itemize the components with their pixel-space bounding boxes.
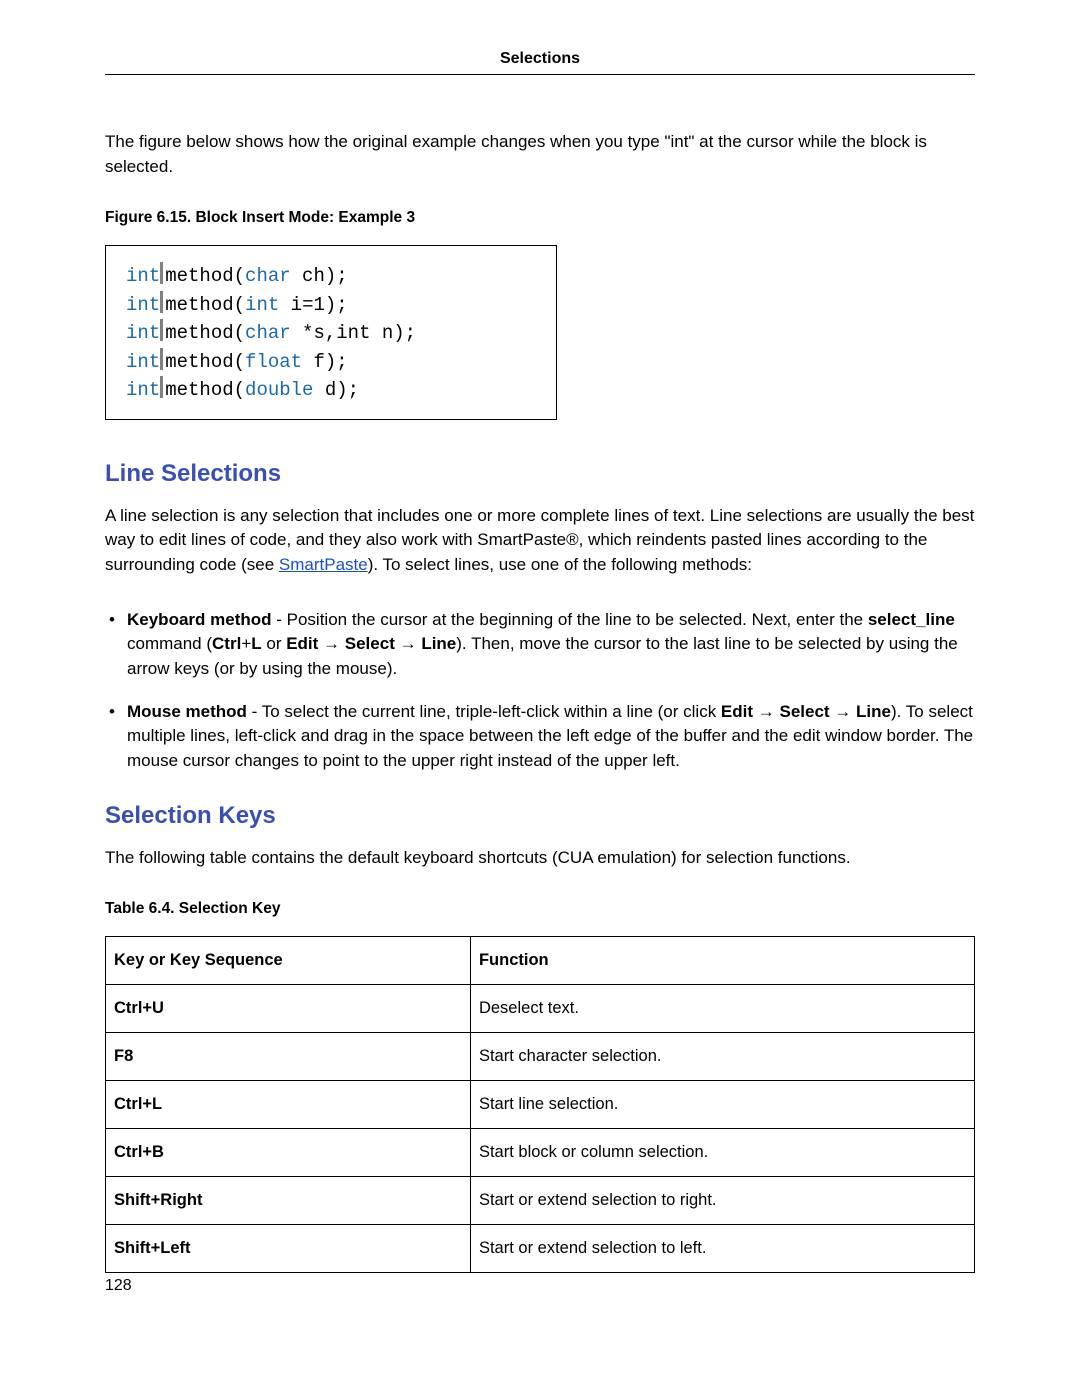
code-figure: intmethod(char ch);intmethod(int i=1);in…	[105, 245, 557, 420]
key-cell: Ctrl+B	[106, 1129, 471, 1177]
function-cell: Deselect text.	[470, 985, 974, 1033]
cursor-icon	[160, 291, 163, 313]
text: or	[262, 634, 287, 653]
method-name: Keyboard method	[127, 610, 272, 629]
cursor-icon	[160, 319, 163, 341]
function-cell: Start block or column selection.	[470, 1129, 974, 1177]
selection-keys-paragraph: The following table contains the default…	[105, 846, 975, 871]
key-cell: Shift+Right	[106, 1177, 471, 1225]
col-header-key: Key or Key Sequence	[106, 937, 471, 985]
table-row: Ctrl+LStart line selection.	[106, 1081, 975, 1129]
key-cell: F8	[106, 1033, 471, 1081]
table-caption: Table 6.4. Selection Key	[105, 900, 975, 918]
code-line: intmethod(char *s,int n);	[126, 319, 536, 348]
col-header-function: Function	[470, 937, 974, 985]
menu: Select	[779, 702, 829, 721]
arrow-icon: →	[753, 702, 779, 721]
table-row: Ctrl+BStart block or column selection.	[106, 1129, 975, 1177]
page: Selections The figure below shows how th…	[105, 0, 975, 1335]
function-cell: Start line selection.	[470, 1081, 974, 1129]
running-header: Selections	[105, 50, 975, 75]
key: L	[251, 634, 261, 653]
key: Ctrl	[212, 634, 241, 653]
command-name: select_line	[868, 610, 955, 629]
list-item: Mouse method - To select the current lin…	[105, 700, 975, 774]
code-line: intmethod(float f);	[126, 348, 536, 377]
heading-line-selections: Line Selections	[105, 460, 975, 488]
intro-paragraph: The figure below shows how the original …	[105, 130, 975, 179]
code-line: intmethod(char ch);	[126, 262, 536, 291]
menu: Line	[421, 634, 456, 653]
text: - To select the current line, triple-lef…	[247, 702, 721, 721]
table-row: Shift+LeftStart or extend selection to l…	[106, 1225, 975, 1273]
function-cell: Start character selection.	[470, 1033, 974, 1081]
code-line: intmethod(double d);	[126, 376, 536, 405]
text: - Position the cursor at the beginning o…	[272, 610, 868, 629]
smartpaste-link[interactable]: SmartPaste	[279, 555, 368, 574]
selection-key-table: Key or Key Sequence Function Ctrl+UDesel…	[105, 936, 975, 1273]
function-cell: Start or extend selection to right.	[470, 1177, 974, 1225]
table-row: Ctrl+UDeselect text.	[106, 985, 975, 1033]
text: ). To select lines, use one of the follo…	[368, 555, 752, 574]
method-name: Mouse method	[127, 702, 247, 721]
arrow-icon: →	[395, 634, 421, 653]
menu: Line	[856, 702, 891, 721]
menu: Edit	[721, 702, 753, 721]
code-line: intmethod(int i=1);	[126, 291, 536, 320]
arrow-icon: →	[318, 634, 344, 653]
list-item: Keyboard method - Position the cursor at…	[105, 608, 975, 682]
plus: +	[241, 634, 251, 653]
line-selections-paragraph: A line selection is any selection that i…	[105, 504, 975, 578]
menu: Select	[345, 634, 395, 653]
table-row: F8Start character selection.	[106, 1033, 975, 1081]
table-row: Shift+RightStart or extend selection to …	[106, 1177, 975, 1225]
key-cell: Ctrl+L	[106, 1081, 471, 1129]
cursor-icon	[160, 376, 163, 398]
heading-selection-keys: Selection Keys	[105, 802, 975, 830]
cursor-icon	[160, 262, 163, 284]
methods-list: Keyboard method - Position the cursor at…	[105, 608, 975, 774]
table-header-row: Key or Key Sequence Function	[106, 937, 975, 985]
key-cell: Shift+Left	[106, 1225, 471, 1273]
cursor-icon	[160, 348, 163, 370]
page-number: 128	[105, 1277, 975, 1295]
function-cell: Start or extend selection to left.	[470, 1225, 974, 1273]
menu: Edit	[286, 634, 318, 653]
figure-caption: Figure 6.15. Block Insert Mode: Example …	[105, 209, 975, 227]
key-cell: Ctrl+U	[106, 985, 471, 1033]
arrow-icon: →	[830, 702, 856, 721]
text: command (	[127, 634, 212, 653]
